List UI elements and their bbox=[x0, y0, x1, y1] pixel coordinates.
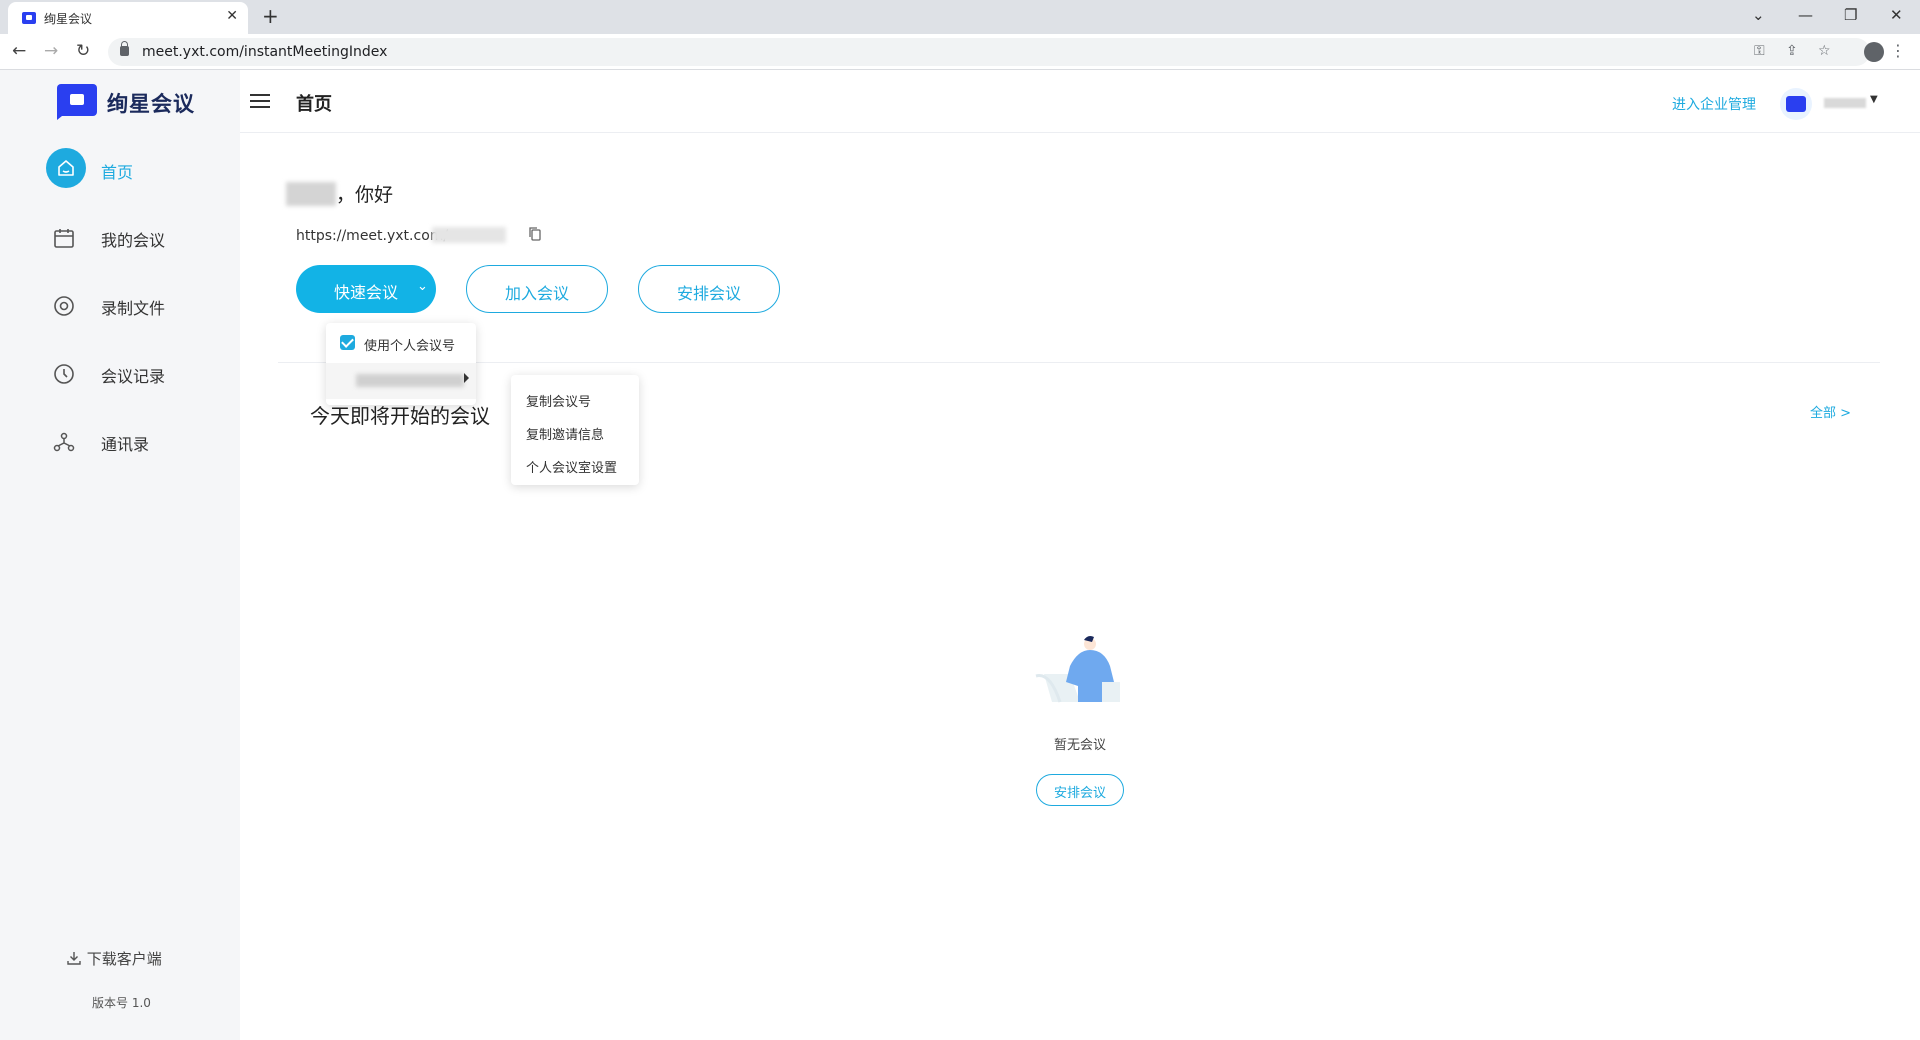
quick-meeting-button[interactable]: 快速会议 ⌄ bbox=[296, 265, 436, 313]
clock-icon bbox=[52, 362, 76, 386]
calendar-icon bbox=[52, 226, 76, 250]
home-icon bbox=[46, 148, 86, 188]
app-root: 绚星会议 首页 我的会议 录制文件 会议记录 通讯录 下载客户端 版本号 1.0… bbox=[0, 70, 1920, 1040]
join-meeting-label: 加入会议 bbox=[504, 284, 569, 303]
submenu-arrow-icon bbox=[464, 373, 469, 383]
forward-button[interactable]: → bbox=[44, 41, 58, 61]
tab-close-button[interactable]: ✕ bbox=[226, 8, 238, 24]
submenu-label: 复制邀请信息 bbox=[526, 428, 605, 443]
logo-mark-icon bbox=[57, 84, 97, 116]
view-all-link[interactable]: 全部 > bbox=[1810, 402, 1851, 421]
version-label: 版本号 1.0 bbox=[92, 996, 151, 1010]
empty-state-text: 暂无会议 bbox=[1053, 738, 1106, 753]
address-bar[interactable]: meet.yxt.com/instantMeetingIndex ⚿ ⇪ ☆ bbox=[108, 38, 1870, 66]
bookmark-star-icon[interactable]: ☆ bbox=[1818, 43, 1831, 59]
download-client-label: 下载客户端 bbox=[86, 950, 162, 968]
greeting-text: ，你好 bbox=[336, 184, 394, 206]
username-redacted[interactable] bbox=[1824, 98, 1866, 108]
submenu-label: 个人会议室设置 bbox=[526, 461, 618, 476]
personal-room-settings-item[interactable]: 个人会议室设置 bbox=[511, 449, 639, 479]
copy-meeting-id-item[interactable]: 复制会议号 bbox=[511, 383, 639, 413]
sidebar-item-label: 首页 bbox=[101, 163, 134, 182]
url-text[interactable]: meet.yxt.com/instantMeetingIndex bbox=[142, 44, 387, 60]
close-window-button[interactable]: ✕ bbox=[1890, 6, 1903, 24]
download-client-button[interactable]: 下载客户端 bbox=[66, 948, 162, 969]
download-icon bbox=[67, 952, 81, 965]
lock-icon[interactable] bbox=[120, 41, 129, 56]
chevron-down-icon[interactable]: ⌄ bbox=[417, 279, 428, 294]
personal-meeting-id-redacted bbox=[356, 374, 464, 387]
browser-tab[interactable]: 绚星会议 ✕ bbox=[8, 2, 248, 34]
sidebar-item-contacts[interactable]: 通讯录 bbox=[0, 416, 240, 466]
tab-title: 绚星会议 bbox=[44, 12, 93, 26]
record-icon bbox=[52, 294, 76, 318]
contacts-icon bbox=[52, 430, 76, 454]
empty-state-illustration bbox=[1030, 632, 1130, 712]
schedule-meeting-label: 安排会议 bbox=[676, 284, 741, 303]
restore-button[interactable]: ❐ bbox=[1844, 6, 1857, 24]
quick-meeting-dropdown: 使用个人会议号 bbox=[326, 323, 476, 405]
enterprise-admin-link[interactable]: 进入企业管理 bbox=[1672, 94, 1756, 114]
quick-meeting-label: 快速会议 bbox=[334, 283, 399, 302]
browser-tabbar: 绚星会议 ✕ + ⌄ — ❐ ✕ bbox=[0, 0, 1920, 34]
join-meeting-button[interactable]: 加入会议 bbox=[466, 265, 608, 313]
sidebar-item-label: 录制文件 bbox=[101, 299, 166, 318]
copy-invite-info-item[interactable]: 复制邀请信息 bbox=[511, 416, 639, 446]
greeting-name-redacted bbox=[286, 182, 336, 206]
favicon-icon bbox=[22, 12, 36, 24]
header: 首页 进入企业管理 ▼ bbox=[240, 70, 1920, 133]
sidebar-item-home[interactable]: 首页 bbox=[0, 144, 240, 194]
personal-meeting-url: https://meet.yxt.com/ bbox=[296, 228, 449, 244]
reload-button[interactable]: ↻ bbox=[76, 41, 90, 61]
sidebar-item-meeting-history[interactable]: 会议记录 bbox=[0, 348, 240, 398]
divider bbox=[278, 362, 1880, 363]
submenu-label: 复制会议号 bbox=[526, 395, 592, 410]
sidebar-item-label: 通讯录 bbox=[101, 435, 150, 454]
personal-id-submenu: 复制会议号 复制邀请信息 个人会议室设置 bbox=[511, 375, 639, 485]
use-personal-id-label: 使用个人会议号 bbox=[364, 339, 456, 354]
logo[interactable]: 绚星会议 bbox=[57, 82, 227, 122]
empty-schedule-meeting-button[interactable]: 安排会议 bbox=[1036, 774, 1124, 806]
main-content: 首页 进入企业管理 ▼ ，你好 https://meet.yxt.com/ 快速… bbox=[240, 70, 1920, 1040]
new-tab-button[interactable]: + bbox=[262, 4, 279, 28]
sidebar: 绚星会议 首页 我的会议 录制文件 会议记录 通讯录 下载客户端 版本号 1.0 bbox=[0, 70, 240, 1040]
sidebar-item-label: 我的会议 bbox=[101, 231, 166, 250]
personal-meeting-id-row[interactable] bbox=[326, 363, 476, 399]
copy-icon[interactable] bbox=[528, 226, 542, 242]
sidebar-item-label: 会议记录 bbox=[101, 367, 166, 386]
back-button[interactable]: ← bbox=[12, 41, 26, 61]
share-icon[interactable]: ⇪ bbox=[1786, 43, 1798, 59]
minimize-button[interactable]: — bbox=[1798, 6, 1813, 24]
logo-text: 绚星会议 bbox=[107, 92, 195, 116]
tab-search-button[interactable]: ⌄ bbox=[1752, 6, 1765, 24]
use-personal-id-option[interactable]: 使用个人会议号 bbox=[326, 323, 476, 361]
menu-toggle-icon[interactable] bbox=[250, 94, 270, 108]
empty-schedule-meeting-label: 安排会议 bbox=[1053, 786, 1106, 801]
browser-menu-button[interactable]: ⋮ bbox=[1890, 41, 1906, 60]
use-personal-id-checkbox[interactable] bbox=[340, 335, 355, 350]
key-icon[interactable]: ⚿ bbox=[1754, 43, 1765, 59]
meeting-id-redacted bbox=[432, 227, 506, 243]
avatar[interactable] bbox=[1780, 88, 1812, 120]
browser-toolbar: ← → ↻ meet.yxt.com/instantMeetingIndex ⚿… bbox=[0, 34, 1920, 70]
schedule-meeting-button[interactable]: 安排会议 bbox=[638, 265, 780, 313]
sidebar-item-my-meetings[interactable]: 我的会议 bbox=[0, 212, 240, 262]
page-title: 首页 bbox=[296, 94, 332, 115]
profile-icon[interactable] bbox=[1864, 42, 1884, 62]
sidebar-item-recordings[interactable]: 录制文件 bbox=[0, 280, 240, 330]
user-menu-caret-icon[interactable]: ▼ bbox=[1870, 94, 1878, 105]
